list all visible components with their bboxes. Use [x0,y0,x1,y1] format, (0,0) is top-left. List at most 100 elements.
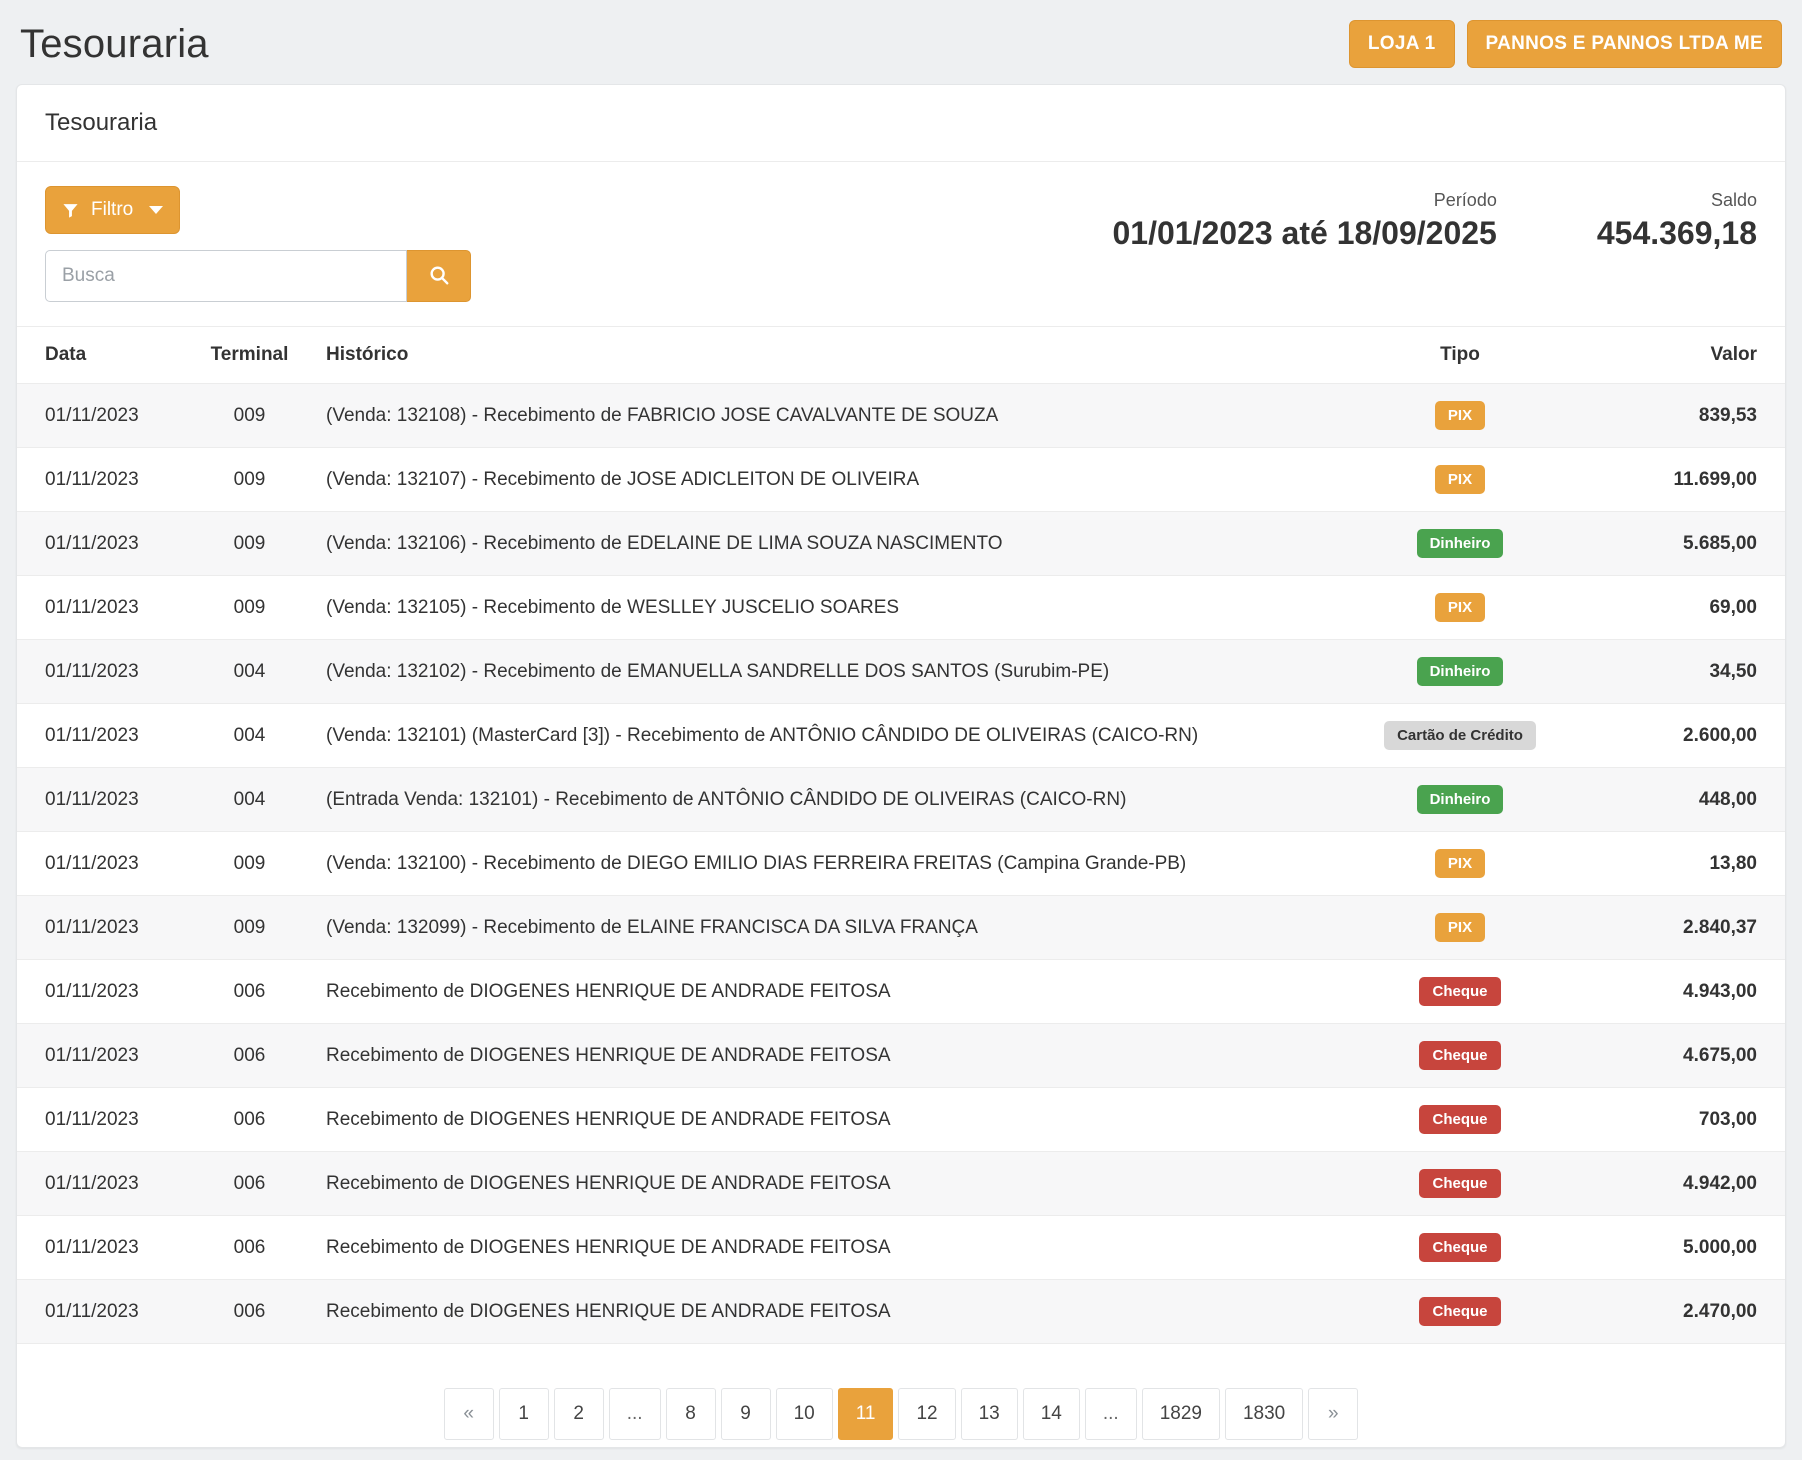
table-row: 01/11/2023 004 (Venda: 132101) (MasterCa… [17,704,1785,768]
page-button-9[interactable]: 9 [721,1388,771,1440]
tipo-badge: PIX [1435,849,1485,878]
tipo-badge: Cheque [1419,977,1500,1006]
cell-tipo: Cheque [1330,1216,1590,1280]
filter-button[interactable]: Filtro [45,186,180,234]
cell-terminal: 009 [187,896,312,960]
cell-historico: (Venda: 132108) - Recebimento de FABRICI… [312,384,1330,448]
cell-valor: 34,50 [1590,640,1785,704]
page-next-button[interactable]: » [1308,1388,1358,1440]
cell-historico: (Venda: 132102) - Recebimento de EMANUEL… [312,640,1330,704]
tipo-badge: Cheque [1419,1169,1500,1198]
page-button-12[interactable]: 12 [898,1388,955,1440]
tipo-badge: Cheque [1419,1297,1500,1326]
cell-tipo: PIX [1330,576,1590,640]
table-row: 01/11/2023 009 (Venda: 132100) - Recebim… [17,832,1785,896]
cell-historico: (Venda: 132106) - Recebimento de EDELAIN… [312,512,1330,576]
cell-terminal: 004 [187,768,312,832]
cell-valor: 448,00 [1590,768,1785,832]
pagination: «12...891011121314...18291830» [17,1388,1785,1440]
tipo-badge: Dinheiro [1417,785,1504,814]
cell-terminal: 009 [187,448,312,512]
cell-valor: 2.600,00 [1590,704,1785,768]
page-button-11[interactable]: 11 [838,1388,894,1440]
page-button-10[interactable]: 10 [776,1388,833,1440]
store-button[interactable]: LOJA 1 [1349,20,1455,68]
cell-valor: 839,53 [1590,384,1785,448]
cell-data: 01/11/2023 [17,1024,187,1088]
page-ellipsis-button: ... [1085,1388,1137,1440]
table-row: 01/11/2023 006 Recebimento de DIOGENES H… [17,1280,1785,1344]
table-row: 01/11/2023 006 Recebimento de DIOGENES H… [17,1024,1785,1088]
treasury-card: Tesouraria Filtro [16,84,1786,1448]
cell-valor: 4.943,00 [1590,960,1785,1024]
cell-historico: Recebimento de DIOGENES HENRIQUE DE ANDR… [312,1280,1330,1344]
table-row: 01/11/2023 006 Recebimento de DIOGENES H… [17,1152,1785,1216]
toolbar: Filtro Período 01/01/2023 até 18/09/2025 [17,162,1785,312]
cell-historico: Recebimento de DIOGENES HENRIQUE DE ANDR… [312,1024,1330,1088]
cell-terminal: 009 [187,512,312,576]
cell-valor: 5.685,00 [1590,512,1785,576]
cell-data: 01/11/2023 [17,768,187,832]
funnel-icon [62,202,79,219]
period-label: Período [1113,190,1497,211]
filter-search-group: Filtro [45,186,471,302]
page-button-8[interactable]: 8 [666,1388,716,1440]
cell-valor: 2.470,00 [1590,1280,1785,1344]
tipo-badge: Cheque [1419,1105,1500,1134]
cell-tipo: Cheque [1330,1024,1590,1088]
page-button-2[interactable]: 2 [554,1388,604,1440]
tipo-badge: PIX [1435,401,1485,430]
cell-tipo: Cheque [1330,1152,1590,1216]
page-prev-button[interactable]: « [444,1388,494,1440]
saldo-stat: Saldo 454.369,18 [1597,190,1757,252]
search-button[interactable] [407,250,471,302]
cell-tipo: Cheque [1330,1280,1590,1344]
cell-historico: Recebimento de DIOGENES HENRIQUE DE ANDR… [312,1152,1330,1216]
page-button-13[interactable]: 13 [961,1388,1018,1440]
cell-terminal: 009 [187,832,312,896]
cell-historico: Recebimento de DIOGENES HENRIQUE DE ANDR… [312,1088,1330,1152]
column-header-data: Data [17,327,187,384]
cell-tipo: Dinheiro [1330,512,1590,576]
page-button-1829[interactable]: 1829 [1142,1388,1220,1440]
cell-tipo: Dinheiro [1330,768,1590,832]
cell-terminal: 004 [187,704,312,768]
table-row: 01/11/2023 006 Recebimento de DIOGENES H… [17,960,1785,1024]
cell-data: 01/11/2023 [17,896,187,960]
cell-tipo: Dinheiro [1330,640,1590,704]
table-row: 01/11/2023 009 (Venda: 132105) - Recebim… [17,576,1785,640]
card-title: Tesouraria [17,85,1785,162]
chevron-down-icon [149,206,163,214]
cell-terminal: 006 [187,1280,312,1344]
cell-terminal: 009 [187,384,312,448]
period-stat: Período 01/01/2023 até 18/09/2025 [1113,190,1497,252]
company-button[interactable]: PANNOS E PANNOS LTDA ME [1467,20,1782,68]
cell-data: 01/11/2023 [17,832,187,896]
cell-valor: 69,00 [1590,576,1785,640]
table-row: 01/11/2023 009 (Venda: 132106) - Recebim… [17,512,1785,576]
page-button-14[interactable]: 14 [1023,1388,1080,1440]
cell-historico: (Venda: 132101) (MasterCard [3]) - Receb… [312,704,1330,768]
column-header-valor: Valor [1590,327,1785,384]
saldo-label: Saldo [1597,190,1757,211]
cell-terminal: 006 [187,960,312,1024]
cell-data: 01/11/2023 [17,960,187,1024]
cell-data: 01/11/2023 [17,640,187,704]
cell-tipo: Cheque [1330,960,1590,1024]
search-input[interactable] [45,250,407,302]
cell-historico: (Entrada Venda: 132101) - Recebimento de… [312,768,1330,832]
cell-historico: (Venda: 132099) - Recebimento de ELAINE … [312,896,1330,960]
cell-valor: 13,80 [1590,832,1785,896]
cell-terminal: 004 [187,640,312,704]
transactions-table: Data Terminal Histórico Tipo Valor 01/11… [17,326,1785,1344]
saldo-value: 454.369,18 [1597,215,1757,252]
cell-tipo: PIX [1330,832,1590,896]
page-button-1830[interactable]: 1830 [1225,1388,1303,1440]
tipo-badge: Cheque [1419,1041,1500,1070]
table-body: 01/11/2023 009 (Venda: 132108) - Recebim… [17,384,1785,1344]
page-ellipsis-button: ... [609,1388,661,1440]
tipo-badge: PIX [1435,465,1485,494]
page-button-1[interactable]: 1 [499,1388,549,1440]
table-row: 01/11/2023 009 (Venda: 132099) - Recebim… [17,896,1785,960]
cell-data: 01/11/2023 [17,1216,187,1280]
